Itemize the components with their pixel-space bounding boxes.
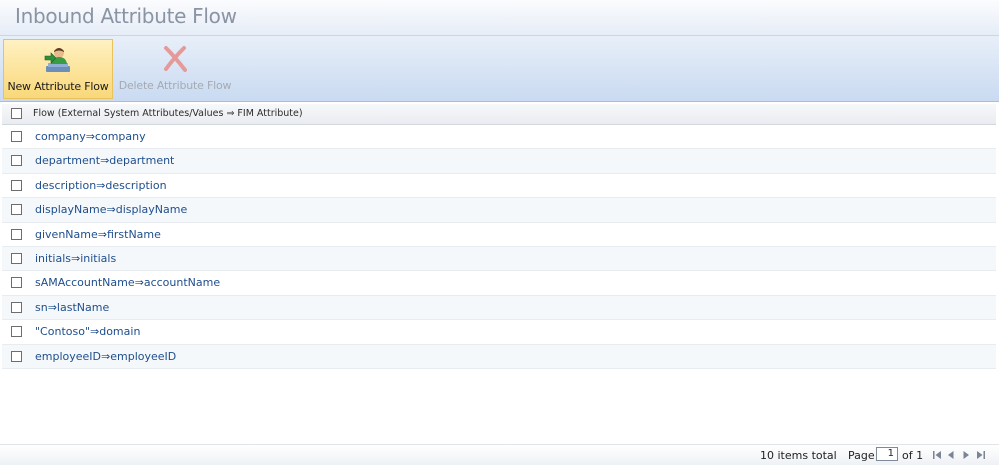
row-checkbox[interactable] bbox=[11, 277, 22, 289]
flow-link[interactable]: sAMAccountName⇒accountName bbox=[35, 276, 220, 289]
flow-link[interactable]: employeeID⇒employeeID bbox=[35, 350, 176, 363]
delete-attribute-flow-button[interactable]: Delete Attribute Flow bbox=[116, 39, 234, 99]
attribute-flow-grid: Flow (External System Attributes/Values … bbox=[2, 104, 996, 369]
previous-page-icon[interactable] bbox=[946, 450, 956, 460]
toolbar-ribbon: New Attribute Flow Delete Attribute Flow bbox=[0, 36, 999, 102]
flow-link[interactable]: initials⇒initials bbox=[35, 252, 116, 265]
flow-link[interactable]: displayName⇒displayName bbox=[35, 203, 187, 216]
new-attribute-flow-label: New Attribute Flow bbox=[7, 80, 109, 93]
select-all-checkbox[interactable] bbox=[11, 108, 22, 119]
flow-link[interactable]: sn⇒lastName bbox=[35, 301, 109, 314]
delete-attribute-flow-label: Delete Attribute Flow bbox=[118, 79, 232, 92]
new-user-icon bbox=[44, 48, 70, 72]
flow-link[interactable]: company⇒company bbox=[35, 130, 146, 143]
flow-link[interactable]: description⇒description bbox=[35, 179, 167, 192]
new-attribute-flow-button[interactable]: New Attribute Flow bbox=[3, 39, 113, 99]
row-checkbox[interactable] bbox=[11, 131, 22, 142]
row-checkbox[interactable] bbox=[11, 252, 22, 264]
table-row[interactable]: sAMAccountName⇒accountName bbox=[2, 271, 996, 296]
table-row[interactable]: description⇒description bbox=[2, 174, 996, 199]
table-row[interactable]: department⇒department bbox=[2, 149, 996, 174]
row-checkbox[interactable] bbox=[11, 204, 22, 216]
pager-bar: 10 items total Page 1 of 1 bbox=[0, 444, 999, 465]
page-count-label: of 1 bbox=[902, 449, 924, 462]
table-row[interactable]: initials⇒initials bbox=[2, 246, 996, 272]
row-checkbox[interactable] bbox=[11, 326, 22, 338]
row-checkbox[interactable] bbox=[11, 228, 22, 240]
first-page-icon[interactable] bbox=[932, 450, 942, 460]
title-bar: Inbound Attribute Flow bbox=[0, 0, 999, 36]
column-header-flow[interactable]: Flow (External System Attributes/Values … bbox=[33, 108, 303, 119]
table-row[interactable]: displayName⇒displayName bbox=[2, 198, 996, 223]
grid-header: Flow (External System Attributes/Values … bbox=[2, 104, 996, 125]
delete-x-icon bbox=[164, 46, 187, 72]
row-checkbox[interactable] bbox=[11, 350, 22, 362]
flow-link[interactable]: "Contoso"⇒domain bbox=[35, 325, 140, 338]
items-total-count: 10 items total bbox=[760, 449, 837, 462]
table-row[interactable]: "Contoso"⇒domain bbox=[2, 320, 996, 345]
row-checkbox[interactable] bbox=[11, 301, 22, 313]
table-row[interactable]: employeeID⇒employeeID bbox=[2, 344, 996, 369]
next-page-icon[interactable] bbox=[961, 450, 971, 460]
table-row[interactable]: givenName⇒firstName bbox=[2, 223, 996, 247]
page-title: Inbound Attribute Flow bbox=[15, 4, 237, 28]
page-number-input[interactable]: 1 bbox=[876, 447, 898, 461]
table-row[interactable]: sn⇒lastName bbox=[2, 295, 996, 321]
page-label: Page bbox=[848, 449, 875, 462]
row-checkbox[interactable] bbox=[11, 155, 22, 167]
grid-body: company⇒company department⇒department de… bbox=[2, 125, 996, 369]
flow-link[interactable]: department⇒department bbox=[35, 154, 174, 167]
flow-link[interactable]: givenName⇒firstName bbox=[35, 228, 161, 241]
row-checkbox[interactable] bbox=[11, 179, 22, 191]
last-page-icon[interactable] bbox=[976, 450, 986, 460]
table-row[interactable]: company⇒company bbox=[2, 125, 996, 150]
